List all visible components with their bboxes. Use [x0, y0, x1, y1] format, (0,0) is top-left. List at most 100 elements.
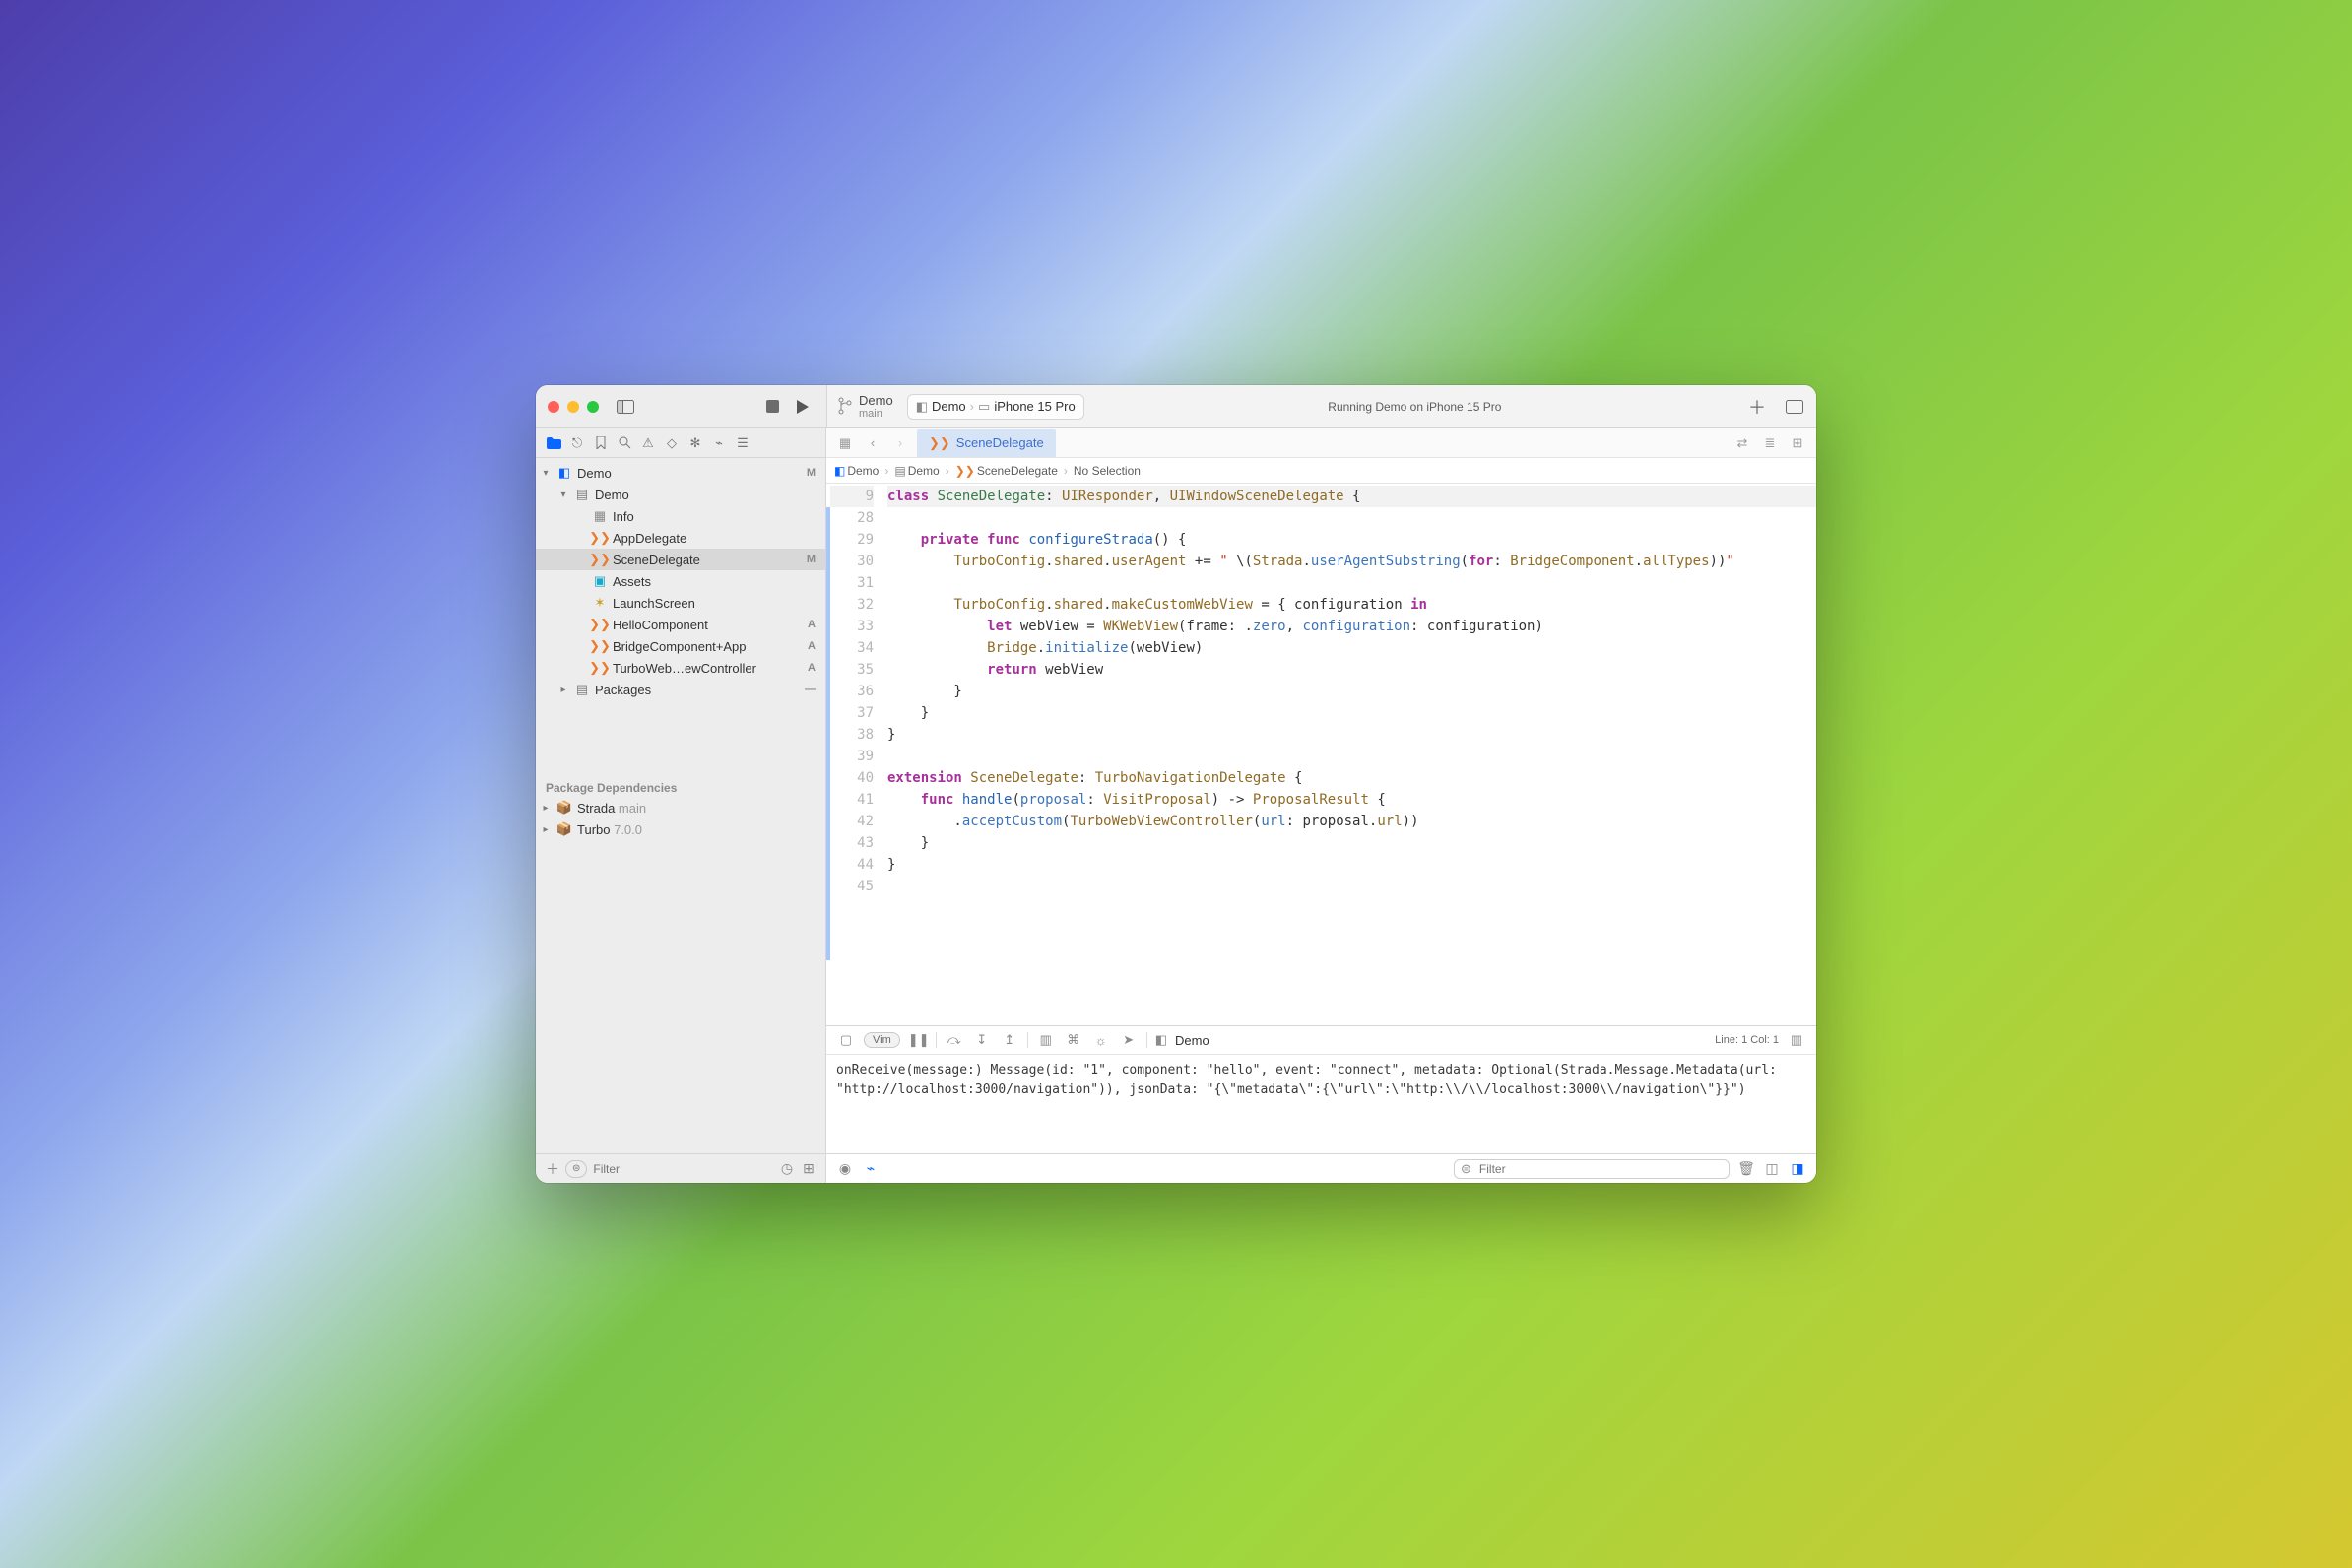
tree-label: AppDelegate: [613, 531, 812, 546]
filter-scope[interactable]: ⊜: [565, 1160, 587, 1178]
tree-row[interactable]: ❯❯ HelloComponent A: [536, 614, 825, 635]
source-editor[interactable]: 9282930313233343536373839404142434445 cl…: [826, 484, 1816, 1025]
add-file-button[interactable]: ＋: [544, 1159, 561, 1179]
report-navigator-tab[interactable]: ☰: [733, 433, 752, 453]
titlebar: Demo main ◧ Demo › ▭ iPhone 15 Pro Runni…: [536, 385, 1816, 428]
add-button[interactable]: ＋: [1745, 395, 1769, 419]
line-gutter[interactable]: 9282930313233343536373839404142434445: [826, 484, 887, 1025]
history-forward-button[interactable]: ›: [889, 435, 911, 450]
scm-badge: A: [808, 662, 819, 674]
tree-row[interactable]: ▣ Assets: [536, 570, 825, 592]
disclosure-chevron-icon[interactable]: ▾: [540, 468, 552, 479]
console-pane-button[interactable]: ◨: [1789, 1160, 1806, 1177]
disclosure-chevron-icon[interactable]: ▸: [540, 824, 552, 835]
related-items-button[interactable]: ▦: [834, 435, 856, 451]
step-into-button[interactable]: ↧: [972, 1032, 992, 1048]
jump-seg-1[interactable]: Demo: [908, 464, 940, 478]
find-navigator-tab[interactable]: [615, 433, 634, 453]
jump-seg-2[interactable]: SceneDelegate: [977, 464, 1058, 478]
tree-row[interactable]: ▾ ▤ Demo: [536, 484, 825, 505]
step-over-button[interactable]: ⤼: [945, 1032, 964, 1048]
tree-row[interactable]: ❯❯ TurboWeb…ewController A: [536, 657, 825, 679]
memory-graph-button[interactable]: ⌘: [1064, 1032, 1083, 1048]
add-editor-button[interactable]: ⊞: [1787, 435, 1808, 451]
project-navigator-tab[interactable]: [544, 433, 563, 453]
toggle-right-sidebar-button[interactable]: [1783, 395, 1806, 419]
tree-label: Demo: [577, 466, 803, 481]
disclosure-chevron-icon[interactable]: ▸: [540, 803, 552, 814]
tree-row[interactable]: ✶ LaunchScreen: [536, 592, 825, 614]
pause-button[interactable]: ❚❚: [908, 1032, 928, 1048]
debug-process-label[interactable]: Demo: [1175, 1033, 1209, 1048]
tree-row[interactable]: ▾ ◧ Demo M: [536, 462, 825, 484]
run-button[interactable]: [791, 395, 815, 419]
debug-navigator-tab[interactable]: ✻: [686, 433, 705, 453]
main-split: ⎋ ⚠︎ ◇ ✻ ⌁ ☰ ▾ ◧ Demo M▾ ▤ Demo ▦ Info ❯…: [536, 428, 1816, 1183]
grid-icon: ▦: [591, 508, 609, 524]
auto-button[interactable]: ◉: [836, 1160, 854, 1177]
tree-label: LaunchScreen: [613, 596, 812, 611]
vim-mode-pill[interactable]: Vim: [864, 1032, 900, 1048]
toggle-variables-button[interactable]: ▥: [1787, 1032, 1806, 1048]
scm-filter-button[interactable]: ⊞: [800, 1160, 817, 1177]
package-row[interactable]: ▸ 📦 Turbo 7.0.0: [536, 818, 825, 840]
zoom-window-button[interactable]: [587, 401, 599, 413]
console-filter-input[interactable]: [1477, 1161, 1723, 1177]
debug-view-button[interactable]: ▥: [1036, 1032, 1056, 1048]
code-area[interactable]: class SceneDelegate: UIResponder, UIWind…: [887, 484, 1816, 1025]
env-overrides-button[interactable]: ☼: [1091, 1033, 1111, 1048]
branch-icon: [837, 397, 853, 415]
project-tree[interactable]: ▾ ◧ Demo M▾ ▤ Demo ▦ Info ❯❯ AppDelegate…: [536, 458, 825, 773]
adjust-editor-button[interactable]: ≣: [1759, 435, 1781, 451]
folder-icon: ▤: [573, 487, 591, 502]
step-out-button[interactable]: ↥: [1000, 1032, 1019, 1048]
jump-seg-3[interactable]: No Selection: [1074, 464, 1141, 478]
disclosure-chevron-icon[interactable]: ▸: [557, 685, 569, 695]
assets-icon: ▣: [591, 573, 609, 589]
source-control-branch[interactable]: Demo main: [837, 393, 893, 420]
jump-bar[interactable]: ◧ Demo› ▤ Demo› ❯❯ SceneDelegate› No Sel…: [826, 458, 1816, 484]
jump-to-button[interactable]: ⇄: [1731, 435, 1753, 451]
history-back-button[interactable]: ‹: [862, 435, 883, 450]
minimize-window-button[interactable]: [567, 401, 579, 413]
swift-icon: ❯❯: [929, 435, 950, 451]
scheme-target: Demo: [932, 399, 966, 414]
source-control-navigator-tab[interactable]: ⎋: [567, 433, 587, 453]
console-output[interactable]: onReceive(message:) Message(id: "1", com…: [826, 1055, 1816, 1153]
recent-files-button[interactable]: ◷: [778, 1160, 796, 1177]
clear-console-button[interactable]: 🗑: [1737, 1160, 1755, 1177]
scheme-device: iPhone 15 Pro: [994, 399, 1075, 414]
bookmark-navigator-tab[interactable]: [591, 433, 611, 453]
tree-row[interactable]: ❯❯ AppDelegate: [536, 527, 825, 549]
folder-icon: ▤: [573, 682, 591, 697]
branch-sub: main: [859, 408, 893, 420]
filter-icon: ⊜: [1461, 1161, 1471, 1177]
hide-debug-button[interactable]: ▢: [836, 1032, 856, 1048]
app-icon: ◧: [916, 399, 928, 415]
tab-scenedelegate[interactable]: ❯❯ SceneDelegate: [917, 429, 1056, 457]
jump-seg-0[interactable]: Demo: [847, 464, 879, 478]
disclosure-chevron-icon[interactable]: ▾: [557, 490, 569, 500]
tree-row[interactable]: ❯❯ BridgeComponent+App A: [536, 635, 825, 657]
test-navigator-tab[interactable]: ◇: [662, 433, 682, 453]
navigator-filter-input[interactable]: [591, 1161, 774, 1177]
tree-label: BridgeComponent+App: [613, 639, 804, 654]
app-icon: ◧: [555, 465, 573, 481]
variables-pane-button[interactable]: ◫: [1763, 1160, 1781, 1177]
tree-label: Packages: [595, 683, 801, 697]
issue-navigator-tab[interactable]: ⚠︎: [638, 433, 658, 453]
console-filter-wrap: ⊜: [1454, 1159, 1730, 1179]
tree-row[interactable]: ▦ Info: [536, 505, 825, 527]
toggle-breakpoints-button[interactable]: ⌁: [862, 1160, 880, 1177]
tree-row[interactable]: ▸ ▤ Packages —: [536, 679, 825, 700]
branch-name: Demo: [859, 393, 893, 408]
toggle-left-sidebar-button[interactable]: [614, 395, 637, 419]
close-window-button[interactable]: [548, 401, 559, 413]
tree-row[interactable]: ❯❯ SceneDelegate M: [536, 549, 825, 570]
package-row[interactable]: ▸ 📦 Strada main: [536, 797, 825, 818]
editor-area: ▦ ‹ › ❯❯ SceneDelegate ⇄ ≣ ⊞ ◧ Demo› ▤ D…: [826, 428, 1816, 1183]
stop-button[interactable]: [760, 395, 784, 419]
breakpoint-navigator-tab[interactable]: ⌁: [709, 433, 729, 453]
scheme-selector[interactable]: ◧ Demo › ▭ iPhone 15 Pro: [907, 394, 1084, 420]
location-button[interactable]: ➤: [1119, 1032, 1139, 1048]
